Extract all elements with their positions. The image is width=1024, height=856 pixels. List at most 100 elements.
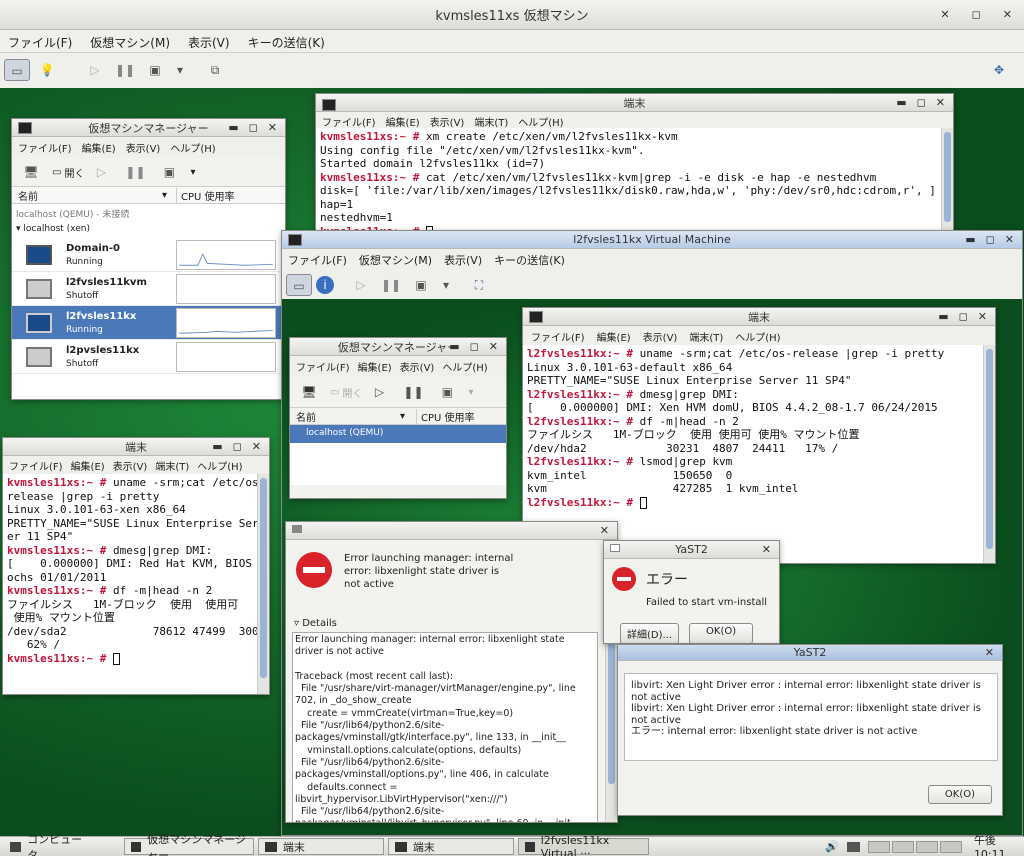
pause-icon[interactable]: ❚❚ (122, 161, 148, 183)
menu-terminal[interactable]: 端末(T) (689, 329, 723, 344)
shutdown-icon[interactable]: ▣ (434, 381, 460, 403)
menu-help[interactable]: ヘルプ(H) (442, 359, 487, 374)
menu-file[interactable]: ファイル(F) (9, 458, 63, 473)
column-cpu[interactable]: CPU 使用率 (176, 187, 235, 203)
fullscreen-icon[interactable]: ⧉ (202, 59, 228, 81)
pause-icon[interactable]: ❚❚ (112, 59, 138, 81)
task-terminal-2[interactable]: 端末 (387, 838, 514, 855)
ok-button[interactable]: OK(O) (689, 623, 754, 643)
menu-sendkey[interactable]: キーの送信(K) (494, 252, 565, 268)
details-button[interactable]: 詳細(D)... (620, 623, 680, 643)
chevron-down-icon[interactable]: ▾ (468, 387, 473, 398)
close-icon[interactable]: ✕ (1003, 8, 1012, 21)
run-icon[interactable]: ▷ (366, 381, 392, 403)
start-menu-button[interactable]: コンピュータ (4, 833, 94, 856)
details-bulb-icon[interactable]: 💡 (34, 59, 60, 81)
column-name[interactable]: 名前 (12, 188, 162, 203)
vm-row-l2fvsles11kvm[interactable]: l2fvsles11kvm Shutoff (12, 272, 285, 306)
restore-icon[interactable]: ◻ (972, 8, 981, 21)
maximize-icon[interactable]: ◻ (470, 340, 479, 353)
connection-qemu[interactable]: localhost (QEMU) (290, 425, 506, 443)
connection-qemu[interactable]: localhost (QEMU) - 未接続 (12, 204, 285, 222)
maximize-icon[interactable]: ◻ (233, 440, 242, 453)
minimize-icon[interactable]: ▬ (449, 340, 459, 353)
sort-chevron-icon[interactable]: ▾ (400, 411, 416, 422)
details-expander[interactable]: ▿ Details (286, 618, 617, 632)
new-vm-icon[interactable]: 🖥 (18, 161, 44, 183)
close-icon[interactable]: ✕ (762, 543, 771, 556)
close-icon[interactable]: ✕ (985, 646, 994, 659)
menu-file[interactable]: ファイル(F) (322, 114, 376, 129)
scrollbar[interactable] (257, 474, 269, 694)
menu-view[interactable]: 表示(V) (113, 458, 148, 473)
menu-view[interactable]: 表示(V) (126, 140, 161, 155)
pause-icon[interactable]: ❚❚ (400, 381, 426, 403)
scrollbar[interactable] (941, 128, 953, 232)
menu-file[interactable]: ファイル(F) (296, 359, 350, 374)
console-view-icon[interactable]: ▭ (286, 274, 312, 296)
close-icon[interactable]: ✕ (936, 96, 945, 109)
run-icon[interactable]: ▷ (88, 161, 114, 183)
terminal-output[interactable]: kvmsles11xs:~ # uname -srm;cat /etc/os-r… (3, 474, 257, 694)
menu-file[interactable]: ファイル(F) (288, 252, 347, 268)
maximize-icon[interactable]: ◻ (959, 310, 968, 323)
minimize-icon[interactable]: ▬ (965, 233, 975, 246)
minimize-icon[interactable]: ▬ (212, 440, 222, 453)
scrollbar[interactable] (605, 632, 617, 822)
sort-chevron-icon[interactable]: ▾ (162, 190, 176, 201)
open-button[interactable]: ▭ 開く (52, 165, 84, 180)
new-vm-icon[interactable]: 🖥 (296, 381, 322, 403)
pause-icon[interactable]: ❚❚ (378, 274, 404, 296)
vm-row-l2pvsles11kx[interactable]: l2pvsles11kx Shutoff (12, 340, 285, 374)
menu-file[interactable]: ファイル(F) (18, 140, 72, 155)
menu-sendkey[interactable]: キーの送信(K) (248, 34, 325, 50)
connection-xen[interactable]: ▾ localhost (xen) (12, 222, 285, 238)
run-icon[interactable]: ▷ (82, 59, 108, 81)
chevron-down-icon[interactable]: ▾ (190, 167, 195, 178)
scrollbar[interactable] (983, 345, 995, 563)
console-view-icon[interactable]: ▭ (4, 58, 30, 81)
minimize-icon[interactable]: ▬ (896, 96, 906, 109)
vm-row-domain-0[interactable]: Domain-0 Running (12, 238, 285, 272)
yast-detail-text[interactable]: libvirt: Xen Light Driver error : intern… (624, 673, 998, 761)
menu-edit[interactable]: 編集(E) (597, 329, 631, 344)
details-text[interactable]: Error launching manager: internal error:… (292, 632, 598, 822)
menu-help[interactable]: ヘルプ(H) (518, 114, 563, 129)
task-vmm[interactable]: 仮想マシンマネージャー (124, 833, 254, 856)
menu-vm[interactable]: 仮想マシン(M) (90, 34, 170, 50)
menu-vm[interactable]: 仮想マシン(M) (359, 252, 432, 268)
workspace-switcher[interactable] (867, 840, 962, 853)
menu-edit[interactable]: 編集(E) (358, 359, 392, 374)
maximize-icon[interactable]: ◻ (249, 121, 258, 134)
menu-help[interactable]: ヘルプ(H) (197, 458, 242, 473)
minimize-icon[interactable]: ▬ (228, 121, 238, 134)
close-icon[interactable]: ✕ (252, 440, 261, 453)
shutdown-icon[interactable]: ▣ (156, 161, 182, 183)
column-cpu[interactable]: CPU 使用率 (416, 408, 475, 424)
close-icon[interactable]: ✕ (268, 121, 277, 134)
close-icon[interactable]: ✕ (1005, 233, 1014, 246)
menu-edit[interactable]: 編集(E) (386, 114, 420, 129)
column-name[interactable]: 名前 (290, 409, 400, 424)
close-icon[interactable]: ✕ (978, 310, 987, 323)
chevron-down-icon[interactable]: ▾ (438, 274, 454, 296)
menu-file[interactable]: ファイル(F) (8, 34, 72, 50)
vm-row-l2fvsles11kx[interactable]: l2fvsles11kx Running (12, 306, 285, 340)
minimize-icon[interactable]: ✕ (940, 8, 949, 21)
maximize-icon[interactable]: ◻ (986, 233, 995, 246)
task-terminal-1[interactable]: 端末 (257, 838, 384, 855)
menu-view[interactable]: 表示(V) (400, 359, 435, 374)
menu-edit[interactable]: 編集(E) (82, 140, 116, 155)
info-icon[interactable]: i (316, 276, 334, 294)
shutdown-menu-chevron-icon[interactable]: ▾ (172, 59, 188, 81)
menu-edit[interactable]: 編集(E) (71, 458, 105, 473)
clock[interactable]: 午後10:11 (974, 832, 1024, 856)
shutdown-icon[interactable]: ▣ (142, 59, 168, 81)
ok-button[interactable]: OK(O) (927, 785, 992, 804)
menu-terminal[interactable]: 端末(T) (474, 114, 508, 129)
run-icon[interactable]: ▷ (348, 274, 374, 296)
task-l2-vm[interactable]: l2fvsles11kx Virtual ··· (517, 834, 650, 856)
minimize-icon[interactable]: ▬ (938, 310, 948, 323)
open-button[interactable]: ▭ 開く (330, 385, 362, 400)
close-icon[interactable]: ✕ (600, 524, 609, 537)
